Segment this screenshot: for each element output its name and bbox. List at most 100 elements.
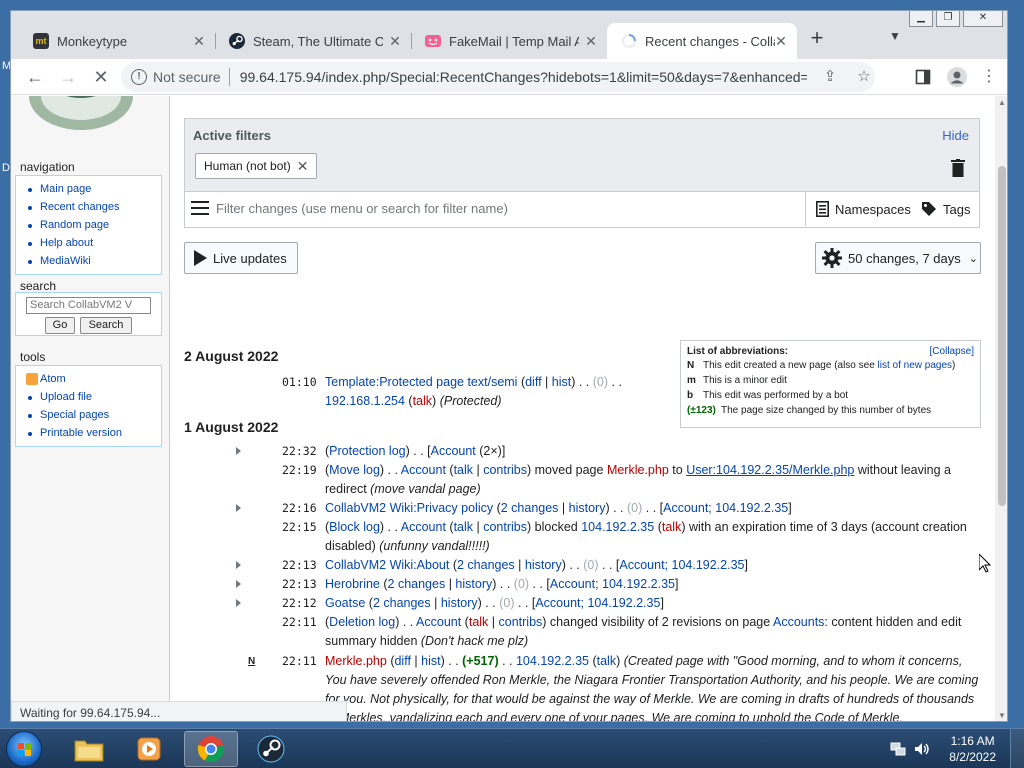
contribs-link[interactable]: contribs [483,463,527,477]
page-link[interactable]: Herobrine [325,577,380,591]
url-text[interactable]: 99.64.175.94/index.php/Special:RecentCha… [240,69,807,85]
filter-chip-human[interactable]: Human (not bot) ✕ [195,153,318,179]
changes-limit-dropdown[interactable]: 50 changes, 7 days ⌄ [815,242,981,274]
talk-link[interactable]: talk [413,394,432,408]
expand-toggle-icon[interactable] [236,599,241,607]
talk-link[interactable]: talk [597,654,616,668]
taskbar-steam[interactable] [244,731,298,767]
contribs-link[interactable]: contribs [499,615,543,629]
menu-icon[interactable] [191,201,209,215]
tab-recent-changes[interactable]: Recent changes - CollabVM2 Wiki ✕ [607,23,797,59]
collapse-link[interactable]: [Collapse] [930,346,974,357]
show-desktop-button[interactable] [1010,729,1024,768]
page-link[interactable]: CollabVM2 Wiki:About [325,558,449,572]
sidebar-item-upload-file[interactable]: Upload file [28,388,153,406]
page-link[interactable]: User:104.192.2.35/Merkle.php [686,463,854,477]
volume-icon[interactable] [914,741,930,757]
changes-link[interactable]: 2 changes [457,558,515,572]
tab-monkeytype[interactable]: mt Monkeytype ✕ [19,23,216,59]
network-icon[interactable] [890,741,906,757]
scroll-down-arrow-icon[interactable]: ▼ [995,709,1007,721]
new-pages-link[interactable]: list of new pages [878,360,953,371]
bookmark-star-icon[interactable]: ☆ [853,66,875,88]
users-link[interactable]: Account; 104.192.2.35 [535,596,660,610]
trash-icon[interactable] [951,159,965,177]
talk-link[interactable]: talk [454,463,473,477]
tab-search-chevron-icon[interactable]: ▼ [885,29,905,49]
expand-toggle-icon[interactable] [236,580,241,588]
search-input[interactable]: Search CollabVM2 V [26,297,151,314]
sidebar-item-atom[interactable]: Atom [26,370,153,388]
minimize-button[interactable]: ▁ [909,11,933,27]
sidebar-item-random-page[interactable]: Random page [28,216,153,234]
page-scrollbar[interactable]: ▲ ▼ [995,96,1007,721]
expand-toggle-icon[interactable] [236,447,241,455]
remove-filter-icon[interactable]: ✕ [297,154,309,178]
address-bar[interactable]: ! Not secure 99.64.175.94/index.php/Spec… [121,62,875,92]
forward-arrow-icon[interactable]: → [56,65,80,89]
page-link[interactable]: Merkle.php [325,654,387,668]
page-link[interactable]: Template:Protected page text/semi [325,375,517,389]
back-arrow-icon[interactable]: ← [23,65,47,89]
history-link[interactable]: history [455,577,492,591]
sidebar-item-help[interactable]: Help about [28,234,153,252]
stop-loading-icon[interactable]: ✕ [89,65,113,89]
wiki-logo[interactable] [21,96,157,138]
not-secure-icon[interactable]: ! [131,69,147,85]
history-link[interactable]: history [525,558,562,572]
new-tab-button[interactable]: + [805,27,829,51]
scroll-up-arrow-icon[interactable]: ▲ [995,96,1007,110]
sidebar-item-recent-changes[interactable]: Recent changes [28,198,153,216]
profile-avatar-icon[interactable] [945,65,969,89]
taskbar-explorer[interactable] [62,731,116,767]
sidebar-item-main-page[interactable]: Main page [28,180,153,198]
user-link[interactable]: 104.192.2.35 [516,654,589,668]
sidebar-item-special-pages[interactable]: Special pages [28,406,153,424]
maximize-button[interactable]: ❐ [936,11,960,27]
side-panel-icon[interactable] [911,65,935,89]
hist-link[interactable]: hist [421,654,440,668]
close-tab-icon[interactable]: ✕ [583,33,599,49]
scrollbar-thumb[interactable] [998,166,1006,506]
user-link[interactable]: Account [401,463,446,477]
changes-link[interactable]: 2 changes [388,577,446,591]
close-tab-icon[interactable]: ✕ [387,33,403,49]
sidebar-item-printable-version[interactable]: Printable version [28,424,153,442]
history-link[interactable]: history [441,596,478,610]
close-tab-icon[interactable]: ✕ [191,33,207,49]
system-clock[interactable]: 1:16 AM 8/2/2022 [949,733,996,765]
hist-link[interactable]: hist [552,375,571,389]
tab-steam[interactable]: Steam, The Ultimate Online Game Platform… [215,23,412,59]
hide-filters-link[interactable]: Hide [942,128,969,143]
taskbar-media-player[interactable] [122,731,176,767]
user-link[interactable]: Account [401,520,446,534]
search-button[interactable]: Search [80,317,132,334]
close-window-button[interactable]: ✕ [963,11,1003,27]
talk-link[interactable]: talk [469,615,488,629]
page-link[interactable]: Merkle.php [607,463,669,477]
page-link[interactable]: CollabVM2 Wiki:Privacy policy [325,501,493,515]
filter-changes-input[interactable]: Filter changes (use menu or search for f… [216,201,508,216]
log-link[interactable]: Block log [329,520,380,534]
log-link[interactable]: Move log [329,463,380,477]
user-link[interactable]: 104.192.2.35 [581,520,654,534]
user-link[interactable]: Account [416,615,461,629]
go-button[interactable]: Go [45,317,75,334]
users-link[interactable]: Account; 104.192.2.35 [550,577,675,591]
close-tab-icon[interactable]: ✕ [773,33,789,49]
sidebar-item-help-cont[interactable]: MediaWiki [28,252,153,270]
tags-button[interactable]: Tags [921,192,970,226]
talk-link[interactable]: talk [454,520,473,534]
history-link[interactable]: history [569,501,606,515]
diff-link[interactable]: diff [525,375,541,389]
changes-link[interactable]: 2 changes [373,596,431,610]
log-link[interactable]: Protection log [329,444,405,458]
namespaces-button[interactable]: Namespaces [805,192,911,226]
taskbar-chrome[interactable] [184,731,238,767]
users-link[interactable]: Account; 104.192.2.35 [663,501,788,515]
tab-fakemail[interactable]: FakeMail | Temp Mail Address ✕ [411,23,607,59]
share-icon[interactable]: ⇪ [819,66,841,88]
contribs-link[interactable]: contribs [483,520,527,534]
expand-toggle-icon[interactable] [236,561,241,569]
diff-link[interactable]: diff [394,654,410,668]
